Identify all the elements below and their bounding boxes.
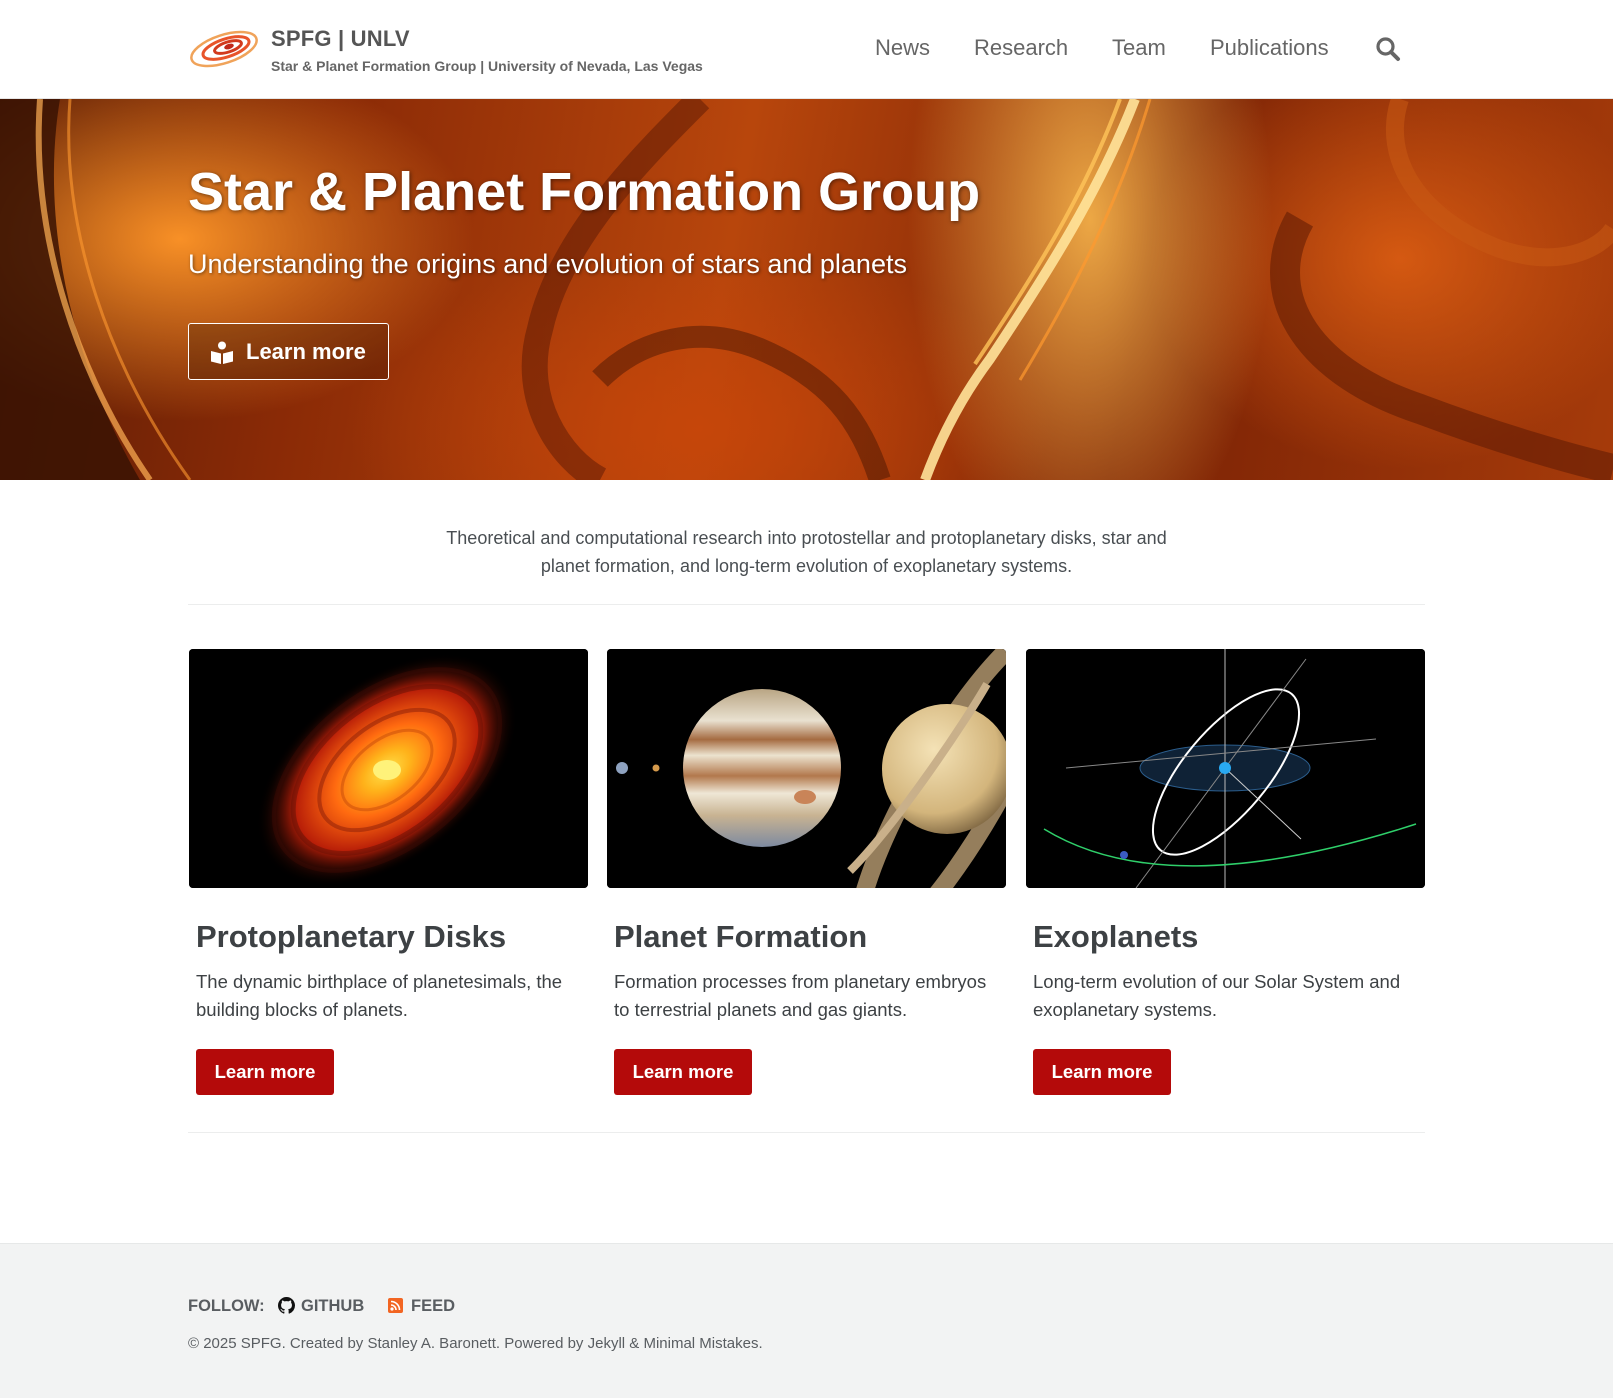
book-reader-icon xyxy=(211,341,233,364)
galaxy-logo[interactable] xyxy=(188,27,260,71)
feed-label: FEED xyxy=(411,1297,456,1315)
site-title[interactable]: SPFG | UNLV xyxy=(271,26,410,52)
hero-button-label: Learn more xyxy=(246,339,366,364)
copyright-text: © 2025 SPFG. Created by Stanley A. Baron… xyxy=(188,1335,763,1352)
divider xyxy=(188,1132,1425,1133)
learn-more-button[interactable]: Learn more xyxy=(196,1049,334,1095)
masthead: SPFG | UNLV Star & Planet Formation Grou… xyxy=(0,0,1613,99)
rss-feed-icon xyxy=(388,1298,403,1313)
github-icon xyxy=(278,1297,295,1314)
hero-learn-more-button[interactable]: Learn more xyxy=(188,323,389,380)
hero-tagline: Understanding the origins and evolution … xyxy=(188,249,907,279)
protoplanetary-disk-graphic xyxy=(189,649,588,888)
orbital-diagram-image[interactable] xyxy=(1026,649,1425,888)
hero-background-texture xyxy=(0,99,1613,480)
learn-more-button[interactable]: Learn more xyxy=(1033,1049,1171,1095)
planets-graphic xyxy=(607,649,1006,888)
feature-description: Long-term evolution of our Solar System … xyxy=(1033,971,1401,1020)
divider xyxy=(188,604,1425,605)
protoplanetary-disk-image[interactable] xyxy=(189,649,588,888)
search-icon[interactable] xyxy=(1375,36,1401,62)
github-label: GITHUB xyxy=(301,1297,365,1315)
nav-item-team[interactable]: Team xyxy=(1112,35,1166,61)
page-footer: FOLLOW: GITHUB FEED © 2025 SPFG. Created… xyxy=(0,1243,1613,1398)
feature-title: Protoplanetary Disks xyxy=(196,919,507,954)
hero-banner: Star & Planet Formation Group Understand… xyxy=(0,99,1613,480)
feature-description: The dynamic birthplace of planetesimals,… xyxy=(196,971,563,1020)
site-subtitle: Star & Planet Formation Group | Universi… xyxy=(271,58,703,74)
nav-item-research[interactable]: Research xyxy=(974,35,1068,61)
feature-title: Planet Formation xyxy=(614,919,868,954)
hero-title: Star & Planet Formation Group xyxy=(188,162,981,222)
nav-item-publications[interactable]: Publications xyxy=(1210,35,1329,61)
orbital-diagram-graphic xyxy=(1026,649,1425,888)
feature-description: Formation processes from planetary embry… xyxy=(614,971,987,1020)
intro-text: Theoretical and computational research i… xyxy=(446,528,1167,576)
learn-more-button[interactable]: Learn more xyxy=(614,1049,752,1095)
feature-title: Exoplanets xyxy=(1033,919,1199,954)
solar-system-planets-image[interactable] xyxy=(607,649,1006,888)
nav-item-news[interactable]: News xyxy=(875,35,930,61)
follow-label: FOLLOW: xyxy=(188,1297,265,1315)
